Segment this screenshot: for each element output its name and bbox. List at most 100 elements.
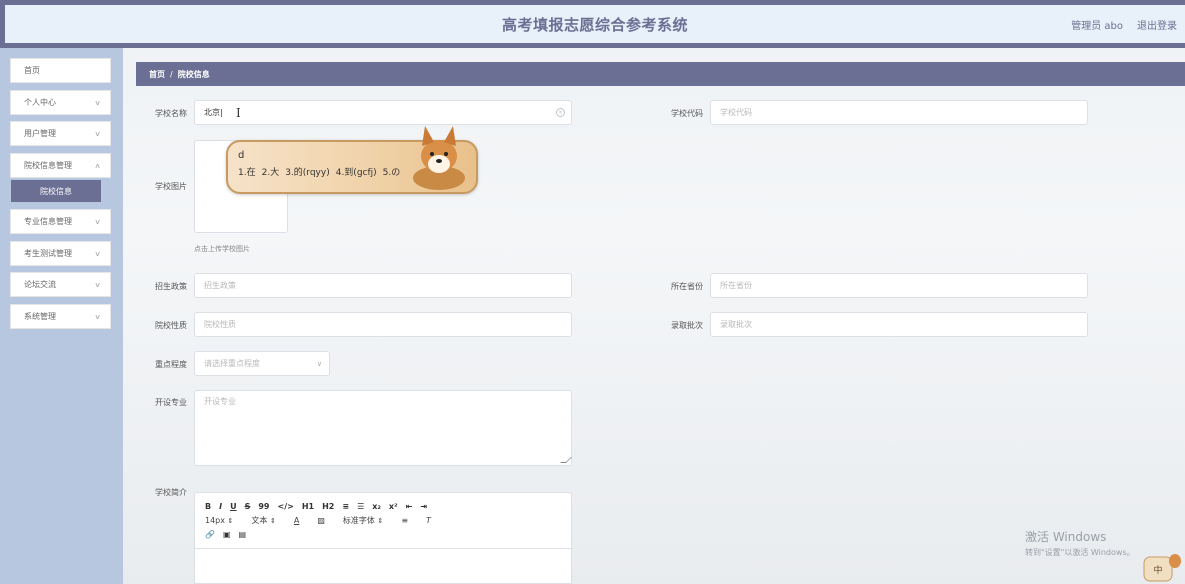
ime-candidate[interactable]: 3.的(rqyy) [285, 165, 330, 178]
breadcrumb-home[interactable]: 首页 [149, 69, 165, 80]
strike-button[interactable]: S [245, 502, 251, 511]
sidebar-item-exam-test-management[interactable]: 考生测试管理 ∨ [10, 241, 111, 266]
school-code-placeholder: 学校代码 [720, 108, 752, 117]
shiba-dog-icon [413, 126, 465, 190]
admission-policy-placeholder: 招生政策 [204, 281, 236, 290]
toolbar-row-1: B I U S 99 </> H1 H2 ≡ ☰ x₂ x² ⇤ ⇥ [205, 499, 561, 513]
school-name-label: 学校名称 [155, 109, 187, 118]
batch-input[interactable]: 录取批次 [710, 312, 1088, 337]
ime-candidate[interactable]: 2.大 [262, 165, 280, 178]
intro-label: 学校简介 [155, 488, 187, 497]
heading1-button[interactable]: H1 [302, 502, 314, 511]
font-color-button[interactable]: A [294, 516, 299, 525]
sidebar-item-label: 院校信息管理 [24, 161, 72, 170]
system-title: 高考填报志愿综合参考系统 [501, 15, 688, 34]
batch-label: 录取批次 [671, 321, 703, 330]
font-size-select[interactable]: 14px ⇕ [205, 516, 233, 525]
sidebar-item-label: 首页 [24, 66, 40, 75]
select-arrows-icon: ⇕ [227, 516, 234, 525]
clear-icon[interactable]: × [556, 108, 565, 117]
header-actions: 管理员 abo 退出登录 [1071, 5, 1177, 43]
header: 高考填报志愿综合参考系统 管理员 abo 退出登录 [5, 5, 1185, 43]
school-type-placeholder: 院校性质 [204, 320, 236, 329]
key-level-label: 重点程度 [155, 360, 187, 369]
breadcrumb: 首页 / 院校信息 [136, 62, 1185, 86]
chevron-down-icon: ∨ [94, 98, 101, 107]
majors-textarea[interactable]: 开设专业 [194, 390, 572, 466]
school-type-label: 院校性质 [155, 321, 187, 330]
current-user: 管理员 abo [1071, 20, 1123, 32]
province-input[interactable]: 所在省份 [710, 273, 1088, 298]
image-icon[interactable]: ▣ [223, 530, 231, 539]
select-arrows-icon: ⇕ [377, 516, 384, 525]
resize-handle-icon[interactable] [560, 457, 572, 463]
font-family-value: 标准字体 [342, 515, 375, 525]
sidebar-item-label: 个人中心 [24, 98, 56, 107]
chevron-down-icon: ∨ [94, 129, 101, 138]
key-level-select[interactable]: 请选择重点程度 ∨ [194, 351, 330, 376]
italic-button[interactable]: I [219, 502, 222, 511]
indent-button[interactable]: ⇥ [420, 502, 427, 511]
subscript-button[interactable]: x₂ [372, 502, 381, 511]
video-icon[interactable]: ▤ [239, 530, 247, 539]
upload-hint: 点击上传学校图片 [194, 245, 250, 253]
rich-text-editor: B I U S 99 </> H1 H2 ≡ ☰ x₂ x² ⇤ ⇥ 14px … [194, 492, 572, 584]
chevron-down-icon: ∨ [316, 360, 322, 368]
font-family-select[interactable]: 标准字体 ⇕ [343, 515, 383, 526]
admission-policy-input[interactable]: 招生政策 [194, 273, 572, 298]
sidebar-item-personal-center[interactable]: 个人中心 ∨ [10, 90, 111, 115]
sidebar-item-forum[interactable]: 论坛交流 ∨ [10, 272, 111, 297]
chevron-down-icon: ∨ [94, 280, 101, 289]
sidebar-item-label: 系统管理 [24, 312, 56, 321]
admission-policy-label: 招生政策 [155, 282, 187, 291]
windows-activation-watermark: 激活 Windows 转到"设置"以激活 Windows。 [1025, 528, 1135, 558]
background-color-icon[interactable]: ▨ [317, 516, 325, 525]
school-code-label: 学校代码 [671, 109, 703, 118]
ime-candidate[interactable]: 5.の [383, 165, 401, 178]
ime-candidate[interactable]: 1.在 [238, 165, 256, 178]
logout-link[interactable]: 退出登录 [1137, 17, 1177, 32]
sidebar-item-major-info-management[interactable]: 专业信息管理 ∨ [10, 209, 111, 234]
ordered-list-button[interactable]: ≡ [342, 502, 349, 511]
clear-format-icon[interactable]: T [426, 516, 431, 525]
sidebar-item-label: 论坛交流 [24, 280, 56, 289]
chevron-down-icon: ∨ [94, 312, 101, 321]
bullet-list-button[interactable]: ☰ [357, 502, 364, 511]
sidebar-item-label: 专业信息管理 [24, 217, 72, 226]
blockquote-button[interactable]: 99 [258, 502, 269, 511]
school-name-value: 北京| [204, 108, 223, 117]
majors-label: 开设专业 [155, 398, 187, 407]
toolbar-row-3: 🔗 ▣ ▤ [205, 527, 561, 541]
underline-button[interactable]: U [230, 502, 237, 511]
breadcrumb-separator: / [170, 69, 173, 79]
outdent-button[interactable]: ⇤ [406, 502, 413, 511]
align-icon[interactable]: ≡ [401, 516, 408, 525]
ime-candidate-popup: d 1.在 2.大 3.的(rqyy) 4.到(gcfj) 5.の [226, 126, 478, 194]
key-level-placeholder: 请选择重点程度 [204, 359, 260, 368]
format-value: 文本 [251, 515, 268, 525]
sidebar-item-system-management[interactable]: 系统管理 ∨ [10, 304, 111, 329]
sidebar-item-school-info-management[interactable]: 院校信息管理 ∧ [10, 153, 111, 178]
select-arrows-icon: ⇕ [269, 516, 276, 525]
chevron-down-icon: ∨ [94, 249, 101, 258]
watermark-title: 激活 Windows [1025, 530, 1107, 544]
ime-candidate[interactable]: 4.到(gcfj) [336, 165, 377, 178]
bold-button[interactable]: B [205, 502, 211, 511]
ime-status-icon[interactable]: 中 [1142, 553, 1182, 583]
majors-placeholder: 开设专业 [204, 397, 236, 406]
breadcrumb-current: 院校信息 [177, 69, 210, 79]
school-name-input[interactable]: 北京| × [194, 100, 572, 125]
school-type-input[interactable]: 院校性质 [194, 312, 572, 337]
school-code-input[interactable]: 学校代码 [710, 100, 1088, 125]
sidebar-item-home[interactable]: 首页 [10, 58, 111, 83]
toolbar-row-2: 14px ⇕ 文本 ⇕ A ▨ 标准字体 ⇕ ≡ T [205, 513, 561, 527]
sidebar-item-user-management[interactable]: 用户管理 ∨ [10, 121, 111, 146]
superscript-button[interactable]: x² [389, 502, 398, 511]
school-image-label: 学校图片 [155, 182, 187, 191]
format-select[interactable]: 文本 ⇕ [251, 515, 275, 526]
code-block-button[interactable]: </> [278, 502, 294, 511]
sidebar-subitem-school-info[interactable]: 院校信息 [11, 180, 101, 202]
heading2-button[interactable]: H2 [322, 502, 334, 511]
link-icon[interactable]: 🔗 [205, 530, 215, 539]
svg-text:中: 中 [1153, 564, 1162, 576]
